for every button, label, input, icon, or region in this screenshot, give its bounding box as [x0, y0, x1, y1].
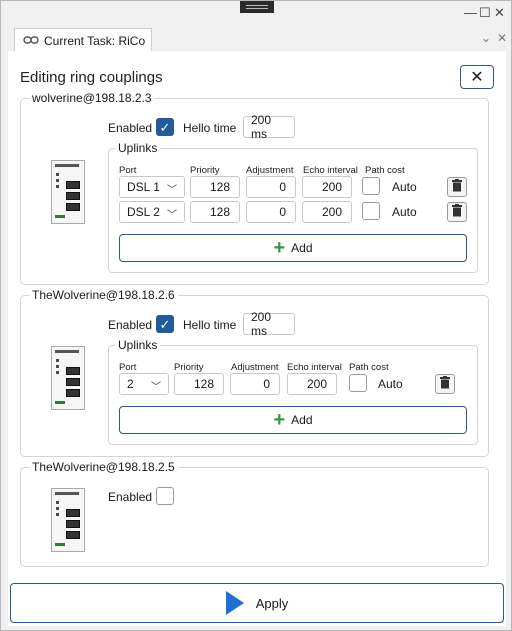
port-value: DSL 2	[127, 205, 160, 219]
path-cost-label: Auto	[392, 180, 417, 194]
priority-input[interactable]: 128	[174, 373, 224, 395]
main-panel: Editing ring couplings ✕ wolverine@198.1…	[8, 51, 506, 626]
device-image	[51, 346, 85, 410]
hello-time-label: Hello time	[183, 121, 237, 135]
device-group-1: wolverine@198.18.2.3 Enabled ✓ Hello tim…	[20, 91, 489, 285]
tab-label: Current Task: RiCo	[44, 33, 146, 48]
enabled-label: Enabled	[108, 318, 153, 332]
delete-uplink-button[interactable]	[435, 374, 455, 394]
window-close-button[interactable]: ✕	[494, 6, 505, 20]
hello-time-label: Hello time	[183, 318, 237, 332]
col-priority: Priority	[174, 362, 204, 373]
adjustment-input[interactable]: 0	[230, 373, 280, 395]
echo-interval-input[interactable]: 200	[302, 176, 352, 198]
echo-interval-input[interactable]: 200	[302, 201, 352, 223]
device-image	[51, 160, 85, 224]
device-group-title: wolverine@198.18.2.3	[29, 91, 155, 105]
play-icon	[225, 591, 244, 615]
hello-time-input[interactable]: 200 ms	[243, 113, 295, 141]
apply-label: Apply	[255, 595, 289, 611]
uplinks-panel: Uplinks Port Priority Adjustment Echo in…	[108, 141, 478, 273]
adjustment-input[interactable]: 0	[246, 201, 296, 223]
col-adjustment: Adjustment	[246, 165, 294, 176]
path-cost-checkbox[interactable]	[349, 374, 367, 392]
path-cost-checkbox[interactable]	[362, 202, 380, 220]
maximize-button[interactable]: ☐	[479, 6, 491, 20]
col-port: Port	[119, 165, 137, 176]
add-label: Add	[291, 413, 313, 427]
port-value: DSL 1	[127, 180, 160, 194]
device-group-title: TheWolverine@198.18.2.5	[29, 460, 178, 474]
uplinks-label: Uplinks	[115, 141, 161, 155]
col-priority: Priority	[190, 165, 220, 176]
add-uplink-button[interactable]: + Add	[119, 406, 467, 434]
device-image	[51, 488, 85, 552]
check-icon: ✓	[159, 119, 171, 135]
device-group-2: TheWolverine@198.18.2.6 Enabled ✓ Hello …	[20, 288, 489, 457]
col-echo-interval: Echo interval	[303, 165, 358, 176]
close-button[interactable]: ✕	[460, 65, 494, 89]
echo-interval-input[interactable]: 200	[287, 373, 337, 395]
col-path-cost: Path cost	[349, 362, 389, 373]
priority-input[interactable]: 128	[190, 201, 240, 223]
port-value: 2	[127, 377, 134, 391]
priority-input[interactable]: 128	[190, 176, 240, 198]
chevron-down-icon: ﹀	[151, 382, 161, 393]
path-cost-label: Auto	[378, 377, 403, 391]
plus-icon: +	[273, 237, 286, 259]
adjustment-input[interactable]: 0	[246, 176, 296, 198]
delete-uplink-button[interactable]	[447, 202, 467, 222]
chevron-down-icon: ﹀	[167, 210, 177, 221]
trash-icon	[439, 376, 451, 392]
chevron-down-icon[interactable]: ⌄	[481, 31, 491, 45]
device-group-title: TheWolverine@198.18.2.6	[29, 288, 178, 302]
col-port: Port	[119, 362, 137, 373]
apply-button[interactable]: Apply	[10, 583, 504, 623]
check-icon: ✓	[159, 316, 171, 332]
path-cost-label: Auto	[392, 205, 417, 219]
tab-close-icon[interactable]: ✕	[497, 31, 507, 45]
enabled-label: Enabled	[108, 121, 153, 135]
minimize-button[interactable]: —	[464, 6, 477, 20]
link-icon	[23, 34, 39, 48]
enabled-checkbox[interactable]	[156, 487, 174, 505]
enabled-checkbox[interactable]: ✓	[156, 118, 174, 136]
enabled-label: Enabled	[108, 490, 153, 504]
port-select[interactable]: 2 ﹀	[119, 373, 169, 395]
col-adjustment: Adjustment	[231, 362, 279, 373]
enabled-checkbox[interactable]: ✓	[156, 315, 174, 333]
uplinks-label: Uplinks	[115, 338, 161, 352]
tab-bar: Current Task: RiCo ⌄ ✕	[1, 25, 511, 52]
app-window: — ☐ ✕ Current Task: RiCo ⌄ ✕ Editing rin…	[0, 0, 512, 631]
tab-current-task[interactable]: Current Task: RiCo	[14, 28, 152, 52]
page-title: Editing ring couplings	[20, 69, 163, 86]
hello-time-input[interactable]: 200 ms	[243, 310, 295, 338]
plus-icon: +	[273, 409, 286, 431]
col-echo-interval: Echo interval	[287, 362, 342, 373]
drag-grip[interactable]	[240, 1, 274, 13]
uplinks-panel: Uplinks Port Priority Adjustment Echo in…	[108, 338, 478, 445]
delete-uplink-button[interactable]	[447, 177, 467, 197]
col-path-cost: Path cost	[365, 165, 405, 176]
port-select[interactable]: DSL 1 ﹀	[119, 176, 185, 198]
path-cost-checkbox[interactable]	[362, 177, 380, 195]
trash-icon	[451, 204, 463, 220]
chevron-down-icon: ﹀	[167, 185, 177, 196]
add-uplink-button[interactable]: + Add	[119, 234, 467, 262]
device-group-3: TheWolverine@198.18.2.5 Enabled	[20, 460, 489, 567]
trash-icon	[451, 179, 463, 195]
add-label: Add	[291, 241, 313, 255]
port-select[interactable]: DSL 2 ﹀	[119, 201, 185, 223]
